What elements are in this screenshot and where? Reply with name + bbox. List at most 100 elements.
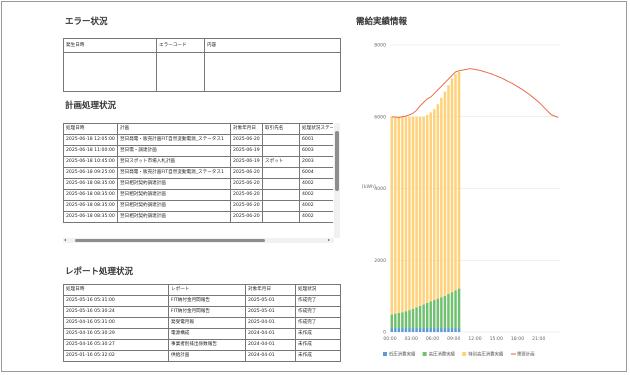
- report-table: 処理日時 レポート 対象年月日 処理状況 2025-05-16 05:31:00…: [63, 284, 341, 362]
- plan-table-row-cell: 翌日発電・販売計画FIT自然変動電源_ステータス1: [117, 134, 231, 146]
- error-table: 発生日時 エラーコード 内容: [63, 38, 341, 92]
- report-table-row-cell: 2025-04-16 05:30:27: [63, 339, 169, 351]
- report-table-row-cell: 2025-04-01: [245, 317, 296, 329]
- plan-table-viewport[interactable]: 処理日時 計画 対象年月日 取引先名 処理状況ステータス 2025-06-18 …: [63, 123, 333, 238]
- plan-header-date: 対象年月日: [230, 123, 263, 135]
- report-header-datetime: 処理日時: [63, 284, 169, 296]
- report-table-row-cell: 2025-05-01: [245, 306, 296, 318]
- bar-segment: [401, 312, 404, 329]
- report-table-row: 2025-01-16 05:32:02 供給計画 2024-04-01 未作成: [63, 350, 341, 362]
- plan-table-row-cell: 翌日発電・販売計画FIT自然変動電源_ステータス1: [117, 167, 231, 179]
- error-header-code: エラーコード: [156, 38, 205, 53]
- plan-table-row-cell: 2025-06-20: [230, 200, 263, 212]
- plan-table-row-cell: [262, 134, 300, 146]
- report-header-status: 処理状況: [295, 284, 341, 296]
- bar-segment: [418, 305, 422, 329]
- bar-segment: [425, 302, 429, 329]
- bar-segment: [429, 301, 432, 329]
- plan-table-row-cell: [262, 178, 300, 190]
- bar-segment: [418, 328, 422, 332]
- plan-horizontal-scrollbar[interactable]: ◂ ▸: [63, 238, 334, 243]
- bar-segment: [390, 116, 394, 315]
- scroll-left-arrow-icon[interactable]: ◂: [64, 238, 66, 242]
- plan-table-row-cell: 翌日相対契約調達計画: [117, 189, 231, 201]
- legend-swatch: [383, 352, 387, 356]
- error-empty-cell: [204, 52, 341, 92]
- report-table-row-cell: 作成完了: [295, 306, 341, 318]
- bar-segment: [433, 300, 436, 329]
- plan-table-row-cell: 2025-06-20: [230, 189, 263, 201]
- report-table-row-cell: 2024-04-01: [245, 328, 296, 340]
- bar-segment: [443, 328, 447, 332]
- bar-segment: [408, 310, 411, 329]
- report-table-row-cell: 未作成: [295, 350, 341, 362]
- error-section-title: エラー状況: [65, 17, 108, 27]
- bar-segment: [415, 116, 418, 308]
- bar-segment: [440, 328, 443, 332]
- bar-segment: [436, 298, 440, 329]
- bar-segment: [397, 328, 401, 332]
- report-table-row-cell: 作成完了: [295, 295, 341, 307]
- bar-segment: [418, 116, 422, 306]
- bar-segment: [457, 328, 461, 332]
- plan-header-plan: 計画: [117, 123, 231, 135]
- error-header-datetime: 発生日時: [63, 38, 157, 53]
- plan-table-row-cell: 2025-06-18 12:05:00: [63, 134, 118, 146]
- plan-table-row-cell: 6003: [299, 145, 333, 157]
- legend-label: 特別高圧消費実績: [468, 351, 504, 358]
- plan-table-row-cell: 2025-06-18 11:00:00: [63, 145, 118, 157]
- plan-table-row: 2025-06-18 08:35:00 翌日相対契約調達計画 2025-06-20 4…: [63, 178, 333, 190]
- bar-segment: [450, 292, 454, 329]
- bar-segment: [447, 328, 450, 332]
- plan-table-row-cell: 4002: [299, 189, 333, 201]
- plan-vertical-scroll-thumb[interactable]: [335, 131, 339, 191]
- plan-horizontal-scroll-thumb[interactable]: [75, 239, 265, 242]
- bar-segment: [397, 312, 401, 329]
- error-empty-cell: [156, 52, 205, 92]
- report-table-row-cell: 作成完了: [295, 317, 341, 329]
- error-empty-cell: [63, 52, 157, 92]
- scroll-right-arrow-icon[interactable]: ▸: [328, 238, 330, 242]
- bar-segment: [436, 328, 440, 332]
- bar-segment: [440, 97, 443, 298]
- bar-segment: [450, 78, 454, 293]
- plan-table-row: 2025-06-18 09:25:00 翌日発電・販売計画FIT自然変動電源_ステ…: [63, 167, 333, 179]
- plan-table-row-cell: 翌日相対契約調達計画: [117, 178, 231, 190]
- report-table-row-cell: FIT納付金月間報告: [168, 306, 246, 318]
- plan-table-row-cell: 6001: [299, 134, 333, 146]
- bar-segment: [425, 114, 429, 303]
- report-header-report: レポート: [168, 284, 246, 296]
- legend-label: 需要計画: [517, 351, 535, 358]
- report-table-row-cell: 事業者別排出係数報告: [168, 339, 246, 351]
- bar-segment: [422, 328, 425, 332]
- report-header-date: 対象年月日: [245, 284, 296, 296]
- bar-segment: [415, 328, 418, 332]
- plan-table-row-cell: 翌日相対契約調達計画: [117, 200, 231, 212]
- plan-table-row-cell: 2025-06-18 08:35:00: [63, 189, 118, 201]
- x-tick-label: 09:00: [447, 336, 460, 342]
- supply-demand-chart: 0 2000 4000 6000 8000 [kWh] 00:00 03:00 06:00 09:…: [362, 43, 560, 358]
- bar-segment: [401, 116, 404, 313]
- legend-label: 高圧消費実績: [429, 351, 456, 358]
- plan-table-row-cell: 2025-06-20: [230, 167, 263, 179]
- bar-segment: [394, 328, 397, 332]
- plan-table-row-cell: [262, 211, 300, 223]
- report-section-title: レポート処理状況: [65, 267, 134, 277]
- plan-table-row-cell: [262, 200, 300, 212]
- report-table-row-cell: 2025-05-01: [245, 295, 296, 307]
- plan-table-row-cell: [262, 145, 300, 157]
- plan-table-row-cell: 翌日需・調達計画: [117, 145, 231, 157]
- bar-segment: [433, 109, 436, 301]
- bar-segment: [394, 116, 397, 314]
- plan-table-row-cell: 2025-06-19: [230, 145, 263, 157]
- report-table-row: 2025-04-16 05:31:00 発受電月報 2025-04-01 作成完了: [63, 317, 341, 329]
- bar-segment: [390, 328, 394, 332]
- plan-vertical-scrollbar[interactable]: [334, 123, 340, 238]
- plan-table-row-cell: 2025-06-18 10:45:00: [63, 156, 118, 168]
- x-tick-label: 03:00: [405, 336, 418, 342]
- bar-segment: [429, 328, 432, 332]
- legend-label: 低圧消費実績: [389, 351, 416, 358]
- report-table-row-cell: FIT納付金月間報告: [168, 295, 246, 307]
- report-table-row: 2025-04-16 05:30:27 事業者別排出係数報告 2024-04-01 未…: [63, 339, 341, 351]
- bar-segment: [404, 328, 408, 332]
